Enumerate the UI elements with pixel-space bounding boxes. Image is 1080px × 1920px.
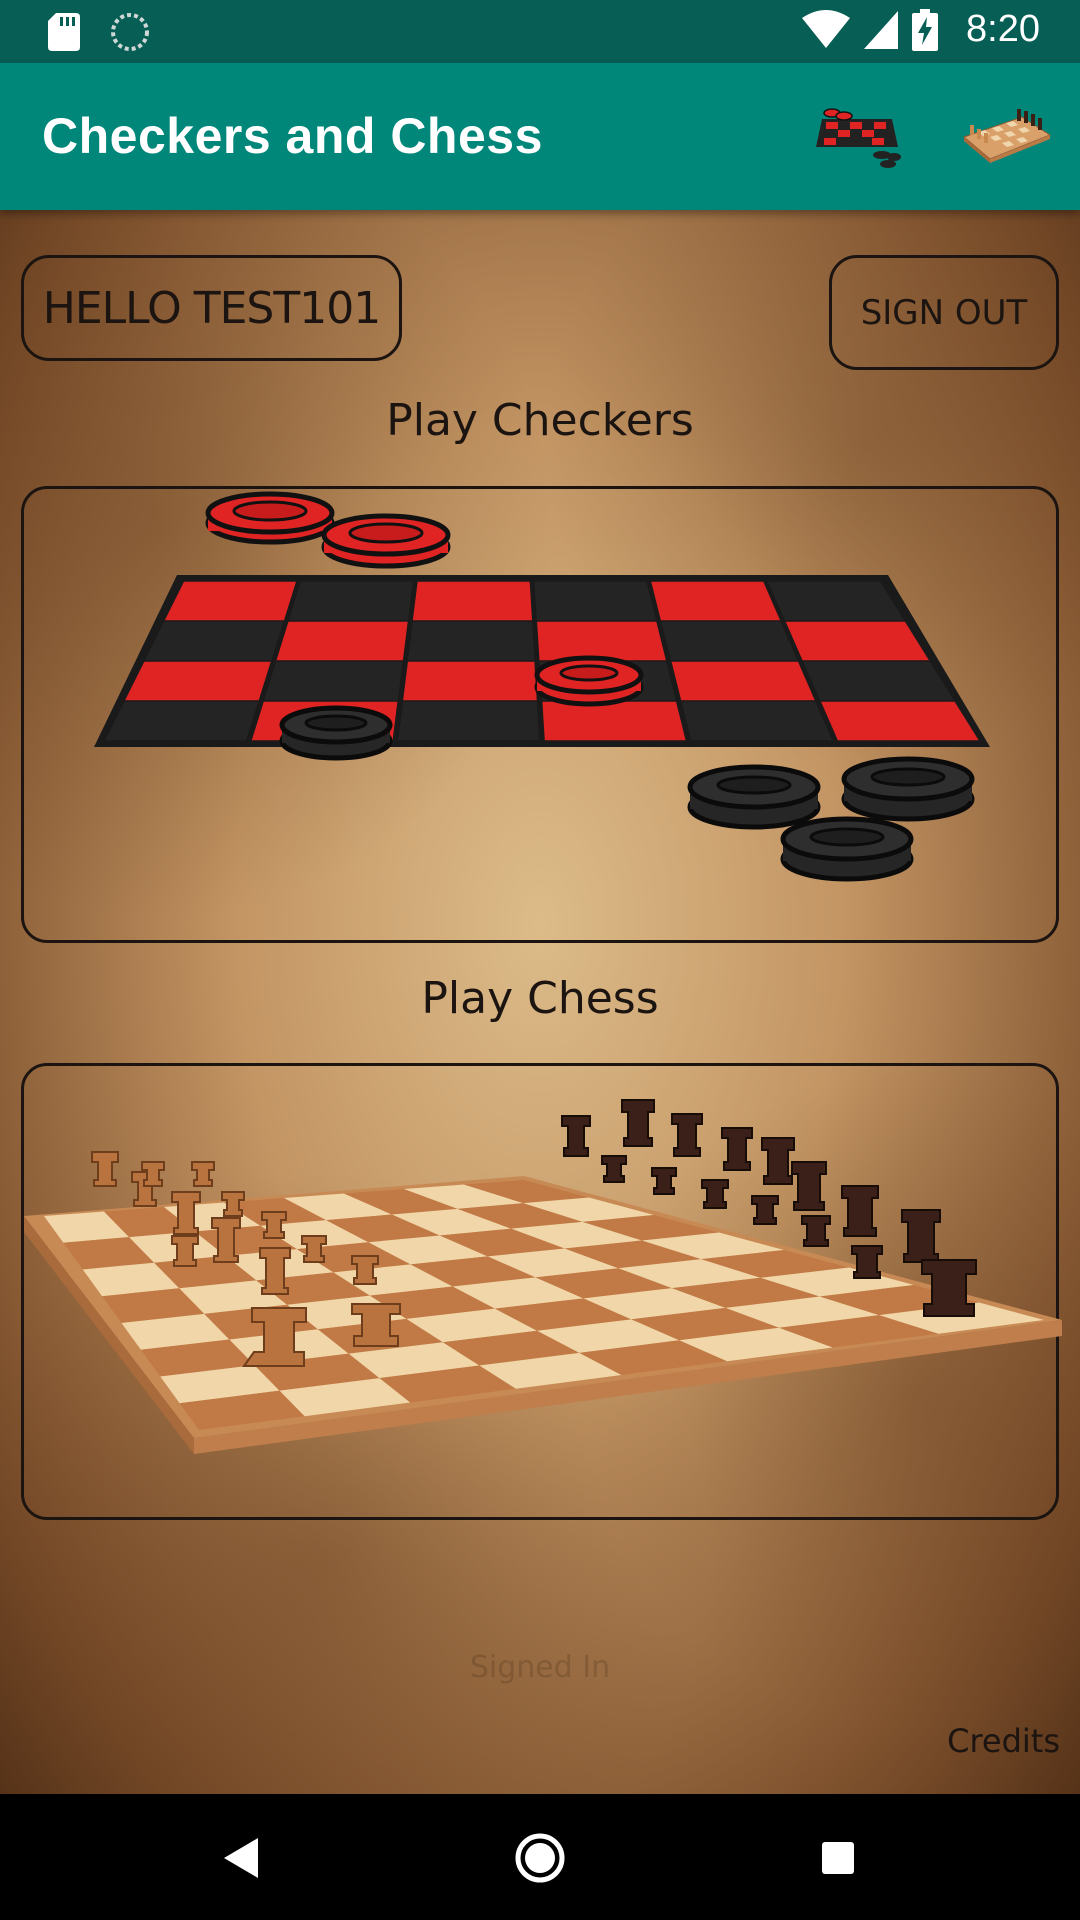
wifi-icon — [802, 9, 851, 48]
home-icon[interactable] — [510, 1828, 570, 1888]
chess-board-image — [24, 1099, 1062, 1454]
battery-charging-icon — [912, 8, 939, 51]
status-bar: 8:20 — [0, 0, 1080, 63]
checker-piece-red-1 — [205, 491, 335, 545]
checker-square — [785, 621, 929, 661]
play-chess-label: Play Chess — [421, 973, 659, 1024]
play-checkers-label: Play Checkers — [386, 395, 694, 446]
checker-square — [288, 581, 413, 621]
signed-in-status: Signed In — [469, 1650, 611, 1685]
checker-square — [534, 581, 657, 621]
checker-square — [412, 581, 533, 621]
checker-piece-red-3 — [534, 655, 644, 707]
recents-icon[interactable] — [808, 1828, 868, 1888]
checker-square — [671, 661, 815, 701]
play-chess-card[interactable] — [21, 1063, 1062, 1520]
sign-out-button[interactable]: SIGN OUT — [829, 255, 1059, 370]
checker-piece-black-1 — [279, 705, 393, 761]
status-time: 8:20 — [966, 8, 1040, 50]
back-icon[interactable] — [212, 1828, 272, 1888]
checker-square — [144, 621, 284, 661]
checker-piece-black-2 — [687, 764, 821, 830]
status-left-icons — [48, 12, 150, 52]
sync-icon — [111, 13, 149, 51]
chess-board-icon[interactable] — [962, 101, 1052, 171]
checker-square — [105, 701, 259, 741]
checkers-board-image — [94, 491, 990, 882]
checker-square — [403, 661, 537, 701]
checker-square — [398, 701, 540, 741]
play-checkers-card[interactable] — [21, 486, 1059, 943]
checker-square — [803, 661, 954, 701]
checker-piece-red-2 — [321, 513, 451, 569]
app-bar: Checkers and Chess — [0, 63, 1080, 210]
checker-square — [651, 581, 781, 621]
checker-square — [681, 701, 833, 741]
checker-piece-black-3 — [841, 756, 975, 822]
checker-square — [407, 621, 535, 661]
sd-card-icon — [48, 13, 80, 51]
checker-square — [537, 621, 666, 661]
checker-piece-black-4 — [780, 816, 914, 882]
status-right-icons: 8:20 — [802, 8, 1040, 51]
signal-icon — [864, 10, 899, 49]
greeting-button[interactable]: HELLO TEST101 — [21, 255, 402, 361]
checker-square — [164, 581, 297, 621]
checker-square — [768, 581, 905, 621]
checker-square — [264, 661, 403, 701]
main-content: HELLO TEST101 SIGN OUT Play Checkers Pla… — [0, 210, 1080, 1794]
credits-link[interactable]: Credits — [947, 1722, 1060, 1760]
checkers-board-icon[interactable] — [812, 101, 902, 171]
checker-square — [276, 621, 408, 661]
checker-square — [125, 661, 271, 701]
app-title: Checkers and Chess — [42, 108, 543, 164]
checker-square — [542, 701, 686, 741]
checker-square — [661, 621, 798, 661]
checker-square — [821, 701, 979, 741]
navigation-bar — [0, 1794, 1080, 1920]
